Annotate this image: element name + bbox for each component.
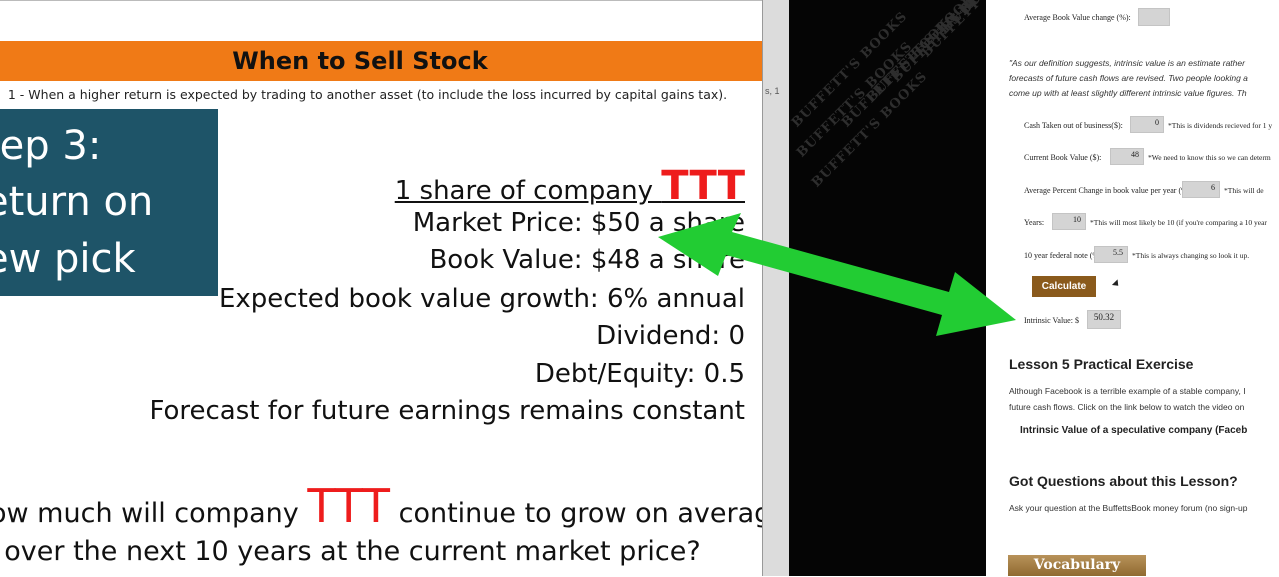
lesson-body-line: future cash flows. Click on the link bel… <box>1009 402 1245 412</box>
avg-book-change-input[interactable] <box>1138 8 1170 26</box>
share-prefix: 1 share of company <box>394 176 662 206</box>
intrinsic-value-output: 50.32 <box>1087 310 1121 329</box>
lesson-heading: Lesson 5 Practical Exercise <box>1009 356 1194 372</box>
lesson-video-link[interactable]: Intrinsic Value of a speculative company… <box>1020 425 1247 436</box>
book-value-line: Book Value: $48 a share <box>429 245 745 275</box>
federal-note-note: *This is always changing so look it up. <box>1132 251 1250 260</box>
lesson-body-line: Although Facebook is a terrible example … <box>1009 386 1246 396</box>
questions-heading: Got Questions about this Lesson? <box>1009 473 1238 489</box>
cash-taken-input[interactable]: 0 <box>1130 116 1164 133</box>
presentation-slide: When to Sell Stock 1 - When a higher ret… <box>0 0 762 577</box>
growth-line: Expected book value growth: 6% annual <box>218 284 745 314</box>
quote-line: "As our definition suggests, intrinsic v… <box>1009 58 1245 68</box>
forecast-line: Forecast for future earnings remains con… <box>149 396 745 426</box>
market-price-line: Market Price: $50 a share <box>412 208 745 238</box>
pct-change-note: *This will de <box>1224 186 1264 195</box>
years-input[interactable]: 10 <box>1052 213 1086 230</box>
clipped-text: s, 1 <box>765 86 780 96</box>
quote-line: come up with at least slightly different… <box>1009 88 1247 98</box>
step-line-2: eturn on <box>0 179 154 225</box>
web-page: Average Book Value change (%): "As our d… <box>986 0 1279 576</box>
buffetts-books-banner: BUFFETT'S BOOKS BUFFETT'S BOOKS BUFFETT'… <box>789 0 986 576</box>
step-line-1: tep 3: <box>0 123 102 169</box>
vocabulary-banner: Vocabulary <box>1008 555 1146 576</box>
federal-note-label: 10 year federal note (%): <box>1024 251 1104 260</box>
ticker: TTT <box>661 163 745 209</box>
cash-taken-note: *This is dividends recieved for 1 y <box>1168 121 1273 130</box>
step-box: tep 3: eturn on ew pick <box>0 109 218 296</box>
question-line-1: ow much will company TTT continue to gro… <box>0 479 762 533</box>
questions-body: Ask your question at the BuffettsBook mo… <box>1009 503 1248 513</box>
pct-change-label: Average Percent Change in book value per… <box>1024 186 1193 195</box>
years-label: Years: <box>1024 218 1045 227</box>
share-heading: 1 share of company TTT <box>395 163 745 209</box>
federal-note-input[interactable]: 5.5 <box>1094 246 1128 263</box>
question-line-2: over the next 10 years at the current ma… <box>4 536 701 567</box>
question-suffix: continue to grow on average <box>390 498 762 529</box>
intrinsic-value-label: Intrinsic Value: $ <box>1024 316 1079 325</box>
dividend-line: Dividend: 0 <box>596 321 745 351</box>
book-value-input[interactable]: 48 <box>1110 148 1144 165</box>
years-note: *This will most likely be 10 (if you're … <box>1090 218 1267 227</box>
mouse-cursor-icon <box>1111 279 1122 289</box>
pct-change-input[interactable]: 6 <box>1182 181 1220 198</box>
book-value-note: *We need to know this so we can determ <box>1148 153 1271 162</box>
quote-line: forecasts of future cash flows are revis… <box>1009 73 1248 83</box>
book-value-label: Current Book Value ($): <box>1024 153 1102 162</box>
question-prefix: ow much will company <box>0 498 308 529</box>
slide-title: When to Sell Stock <box>232 47 488 75</box>
intrinsic-quote: "As our definition suggests, intrinsic v… <box>1009 56 1248 101</box>
debt-equity-line: Debt/Equity: 0.5 <box>534 359 745 389</box>
cash-taken-label: Cash Taken out of business($): <box>1024 121 1123 130</box>
calculate-button[interactable]: Calculate <box>1032 276 1096 297</box>
slide-subtitle: 1 - When a higher return is expected by … <box>7 87 728 102</box>
avg-book-change-label: Average Book Value change (%): <box>1024 13 1131 22</box>
question-ticker: TTT <box>307 479 391 533</box>
step-line-3: ew pick <box>0 236 136 282</box>
